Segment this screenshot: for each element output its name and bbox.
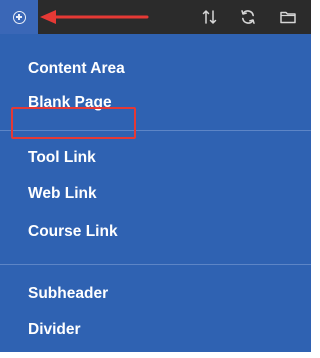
refresh-button[interactable] [236,0,260,34]
sort-arrows-icon [202,10,217,24]
menu-item-tool-link[interactable]: Tool Link [28,146,96,170]
menu-item-course-link[interactable]: Course Link [28,220,118,244]
menu-item-content-area[interactable]: Content Area [28,57,125,81]
screenshot-root: Content Area Blank Page Tool Link Web Li… [0,0,311,358]
red-arrow-annotation [40,10,149,24]
add-content-menu: Content Area Blank Page Tool Link Web Li… [0,34,311,352]
tool-link-highlight-box [11,107,136,139]
folder-button[interactable] [276,0,300,34]
folder-icon [280,11,296,24]
menu-divider [0,264,311,265]
top-toolbar [0,0,311,34]
menu-item-subheader[interactable]: Subheader [28,282,108,306]
add-menu-button[interactable] [0,0,38,34]
menu-item-divider[interactable]: Divider [28,318,81,342]
sort-button[interactable] [198,0,222,34]
menu-item-web-link[interactable]: Web Link [28,182,97,206]
plus-circle-icon [12,10,26,24]
refresh-icon [241,10,255,24]
menu-bottom-edge [0,352,311,358]
